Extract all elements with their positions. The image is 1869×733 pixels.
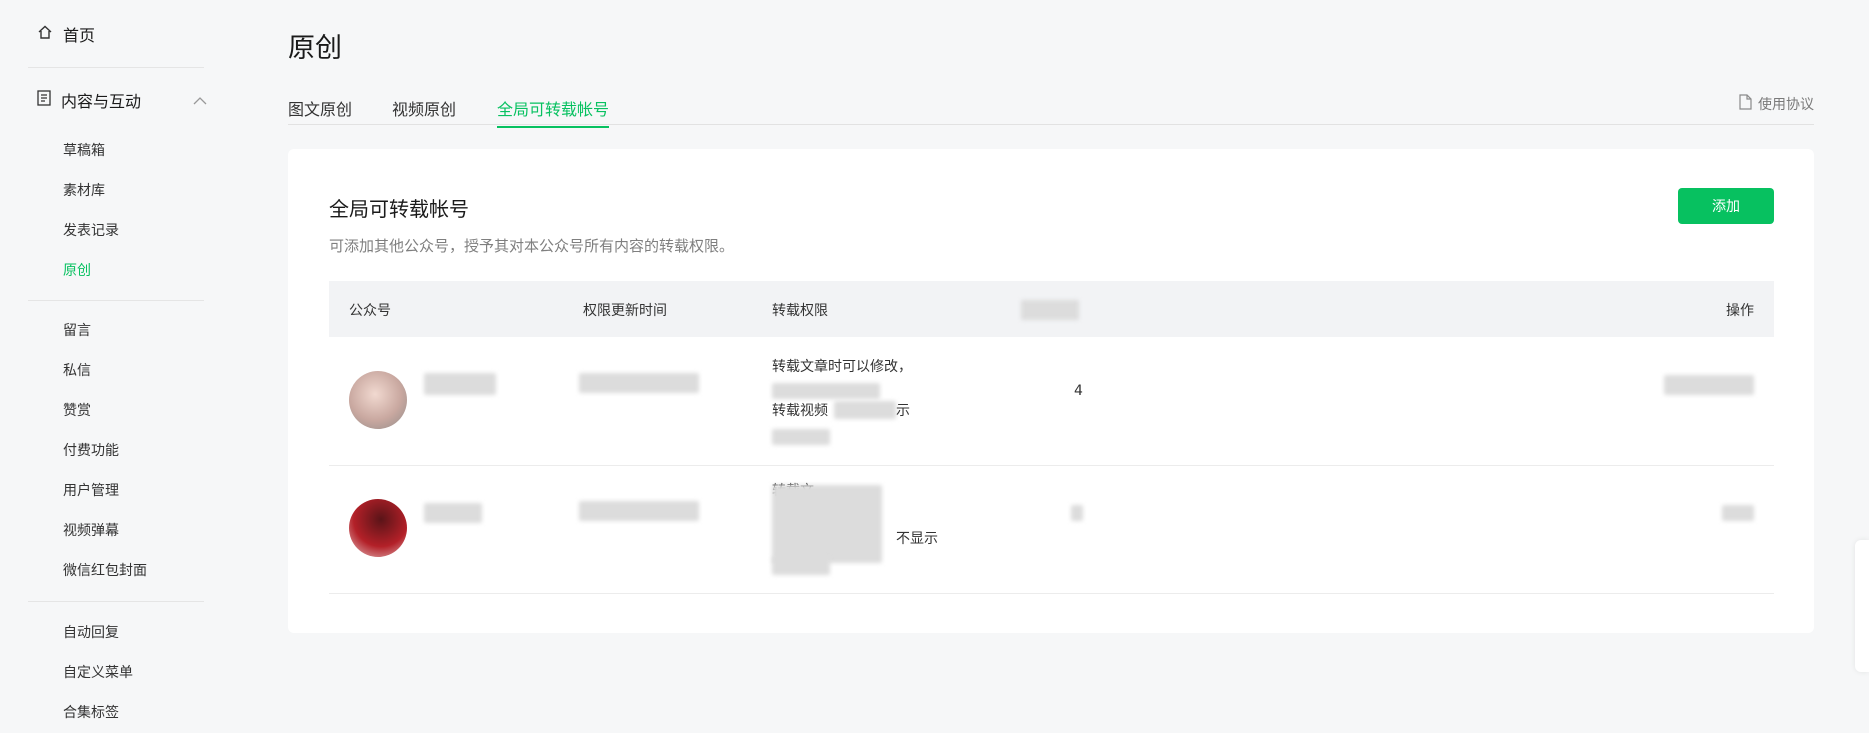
divider [28, 67, 204, 68]
permission-line-1: 转载文章时可以修改， [772, 359, 912, 375]
sidebar-item-messages[interactable]: 私信 [63, 360, 91, 380]
count-cell [1071, 505, 1083, 521]
updated-time [579, 373, 699, 393]
table-header: 公众号 权限更新时间 转载权限 操作 [329, 281, 1774, 337]
sidebar-group-label: 内容与互动 [61, 92, 142, 111]
page-title: 原创 [288, 33, 342, 64]
sidebar-item-red-packet[interactable]: 微信红包封面 [63, 560, 147, 580]
permission-blur [772, 557, 830, 575]
chevron-up-icon[interactable] [193, 91, 207, 110]
account-avatar [349, 371, 407, 429]
account-name [424, 373, 496, 395]
sidebar-item-comments[interactable]: 留言 [63, 320, 91, 340]
document-icon [37, 90, 51, 110]
sidebar-item-rewards[interactable]: 赞赏 [63, 400, 91, 420]
permission-suffix: 不显示 [896, 531, 938, 547]
sidebar-item-paid[interactable]: 付费功能 [63, 440, 119, 460]
permission-blur [772, 383, 880, 399]
agreement-link[interactable]: 使用协议 [1739, 94, 1814, 114]
sidebar-item-publish-records[interactable]: 发表记录 [63, 220, 119, 240]
sidebar-item-users[interactable]: 用户管理 [63, 480, 119, 500]
col-updated-time: 权限更新时间 [583, 303, 667, 319]
permission-blur [772, 429, 830, 445]
col-permission: 转载权限 [772, 303, 828, 319]
card-description: 可添加其他公众号，授予其对本公众号所有内容的转载权限。 [329, 237, 735, 255]
permission-line-2: 转载视频 [772, 403, 828, 419]
account-name [424, 503, 482, 523]
add-button[interactable]: 添加 [1678, 188, 1774, 224]
agreement-label: 使用协议 [1758, 97, 1814, 113]
side-drawer-handle[interactable] [1855, 540, 1869, 672]
updated-time [579, 501, 699, 521]
sidebar-item-home[interactable]: 首页 [37, 22, 95, 46]
card-title: 全局可转载帐号 [329, 197, 469, 221]
blurred-header [1021, 300, 1079, 320]
col-actions: 操作 [1726, 303, 1754, 319]
home-icon [37, 24, 53, 44]
account-avatar [349, 499, 407, 557]
tab-global-repost-accounts[interactable]: 全局可转载帐号 [497, 96, 610, 128]
permission-blur [772, 485, 882, 563]
permission-blur [834, 401, 896, 419]
tab-article-original[interactable]: 图文原创 [288, 96, 352, 126]
sidebar-item-custom-menu[interactable]: 自定义菜单 [63, 662, 133, 682]
sidebar: 首页 内容与互动 草稿箱 素材库 发表记录 原创 留言 私信 赞赏 付费功能 用… [0, 0, 210, 733]
table-row: 转载文章时可以修改， 转载视频 示 4 [329, 337, 1774, 466]
sidebar-item-collection-tags[interactable]: 合集标签 [63, 702, 119, 722]
permission-suffix: 示 [896, 403, 910, 419]
divider [28, 300, 204, 301]
count-cell: 4 [1074, 383, 1083, 399]
sidebar-item-drafts[interactable]: 草稿箱 [63, 140, 105, 160]
repost-accounts-card: 全局可转载帐号 可添加其他公众号，授予其对本公众号所有内容的转载权限。 添加 公… [288, 149, 1814, 633]
action-link[interactable] [1722, 505, 1754, 521]
tab-bar: 图文原创 视频原创 全局可转载帐号 使用协议 [288, 94, 1814, 128]
sidebar-item-danmaku[interactable]: 视频弹幕 [63, 520, 119, 540]
tab-video-original[interactable]: 视频原创 [392, 96, 456, 126]
divider [28, 601, 204, 602]
table-row: 转载文 不显示 [329, 465, 1774, 594]
sidebar-item-original[interactable]: 原创 [63, 260, 91, 280]
file-icon [1739, 94, 1752, 114]
col-account: 公众号 [349, 303, 391, 319]
sidebar-item-auto-reply[interactable]: 自动回复 [63, 622, 119, 642]
sidebar-item-materials[interactable]: 素材库 [63, 180, 105, 200]
action-link[interactable] [1664, 375, 1754, 395]
sidebar-item-label: 首页 [63, 26, 96, 45]
sidebar-group-content[interactable]: 内容与互动 [37, 88, 207, 112]
